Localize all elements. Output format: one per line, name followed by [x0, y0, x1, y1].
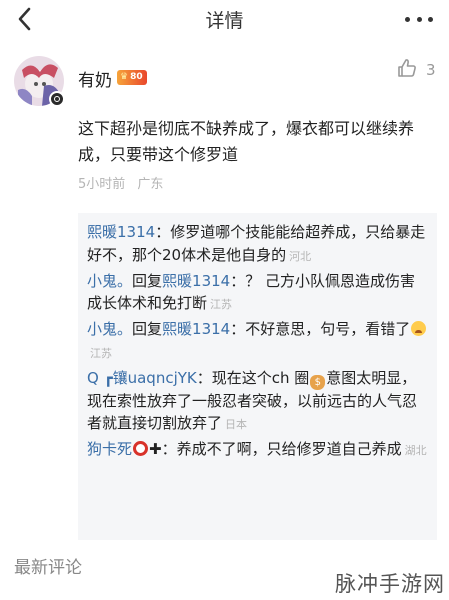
post-content: 这下超孙是彻底不缺养成了，爆衣都可以继续养成，只要带这个修罗道 [78, 119, 415, 164]
reply-list: 熙暖1314：修罗道哪个技能能给超养成，只给暴走好不，那个20体术是他自身的 河北… [78, 213, 437, 540]
top-bar: 详情 [0, 0, 449, 40]
reply-author[interactable]: Q ┏镶uaqncjYK [87, 369, 197, 387]
reply-location: 日本 [225, 418, 248, 431]
thumbs-up-icon[interactable] [397, 58, 417, 78]
reply-item[interactable]: 熙暖1314：修罗道哪个技能能给超养成，只给暴走好不，那个20体术是他自身的 河北 [87, 221, 429, 268]
watermark: 脉冲手游网 [335, 572, 445, 596]
latest-comments-label: 最新评论 [14, 558, 82, 578]
like-count: 3 [426, 61, 436, 79]
post-location: 广东 [137, 177, 164, 192]
post-time: 5小时前 [78, 177, 126, 192]
reply-item[interactable]: 小鬼。回复熙暖1314：？ 己方小队佩恩造成伤害成长体术和免打断 江苏 [87, 270, 429, 317]
reply-author[interactable]: 狗卡死 [87, 440, 132, 458]
reply-location: 江苏 [210, 298, 233, 311]
page-title: 详情 [205, 10, 244, 32]
reply-text: 不好意思，句号，看错了 [245, 320, 411, 338]
plus-emoji-icon: ✚ [149, 440, 162, 458]
red-circle-emoji-icon [133, 441, 149, 456]
reply-to-user[interactable]: 熙暖1314 [162, 320, 230, 338]
reply-author[interactable]: 小鬼。 [87, 272, 132, 290]
reply-text: 现在这个ch 圈 [211, 368, 310, 387]
post-meta: 5小时前 广东 [78, 173, 171, 192]
reply-item[interactable]: 小鬼。回复熙暖1314：不好意思，句号，看错了江苏 [87, 318, 429, 365]
more-dots-icon[interactable] [405, 10, 433, 28]
verified-badge-icon [49, 91, 65, 107]
post-username[interactable]: 有奶 [78, 66, 112, 91]
money-bag-emoji-icon: $ [310, 374, 326, 390]
reply-item[interactable]: 狗卡死 ✚：养成不了啊，只给修罗道自己养成 湖北 [87, 438, 429, 463]
reply-author[interactable]: 小鬼。 [87, 320, 132, 338]
crown-icon: ♛ [120, 72, 129, 82]
reply-author[interactable]: 熙暖1314 [87, 223, 155, 241]
reply-location: 河北 [289, 249, 312, 263]
reply-to-user[interactable]: 熙暖1314 [162, 272, 230, 290]
level-badge: ♛ 80 [117, 70, 147, 85]
reply-text: 养成不了啊，只给修罗道自己养成 [176, 440, 402, 458]
crying-emoji-icon [411, 321, 427, 336]
reply-location: 湖北 [404, 444, 427, 457]
reply-location: 江苏 [90, 346, 112, 360]
reply-item[interactable]: Q ┏镶uaqncjYK：现在这个ch 圈 $ 意图太明显，现在索性放弃了一般忍者突… [87, 367, 429, 437]
